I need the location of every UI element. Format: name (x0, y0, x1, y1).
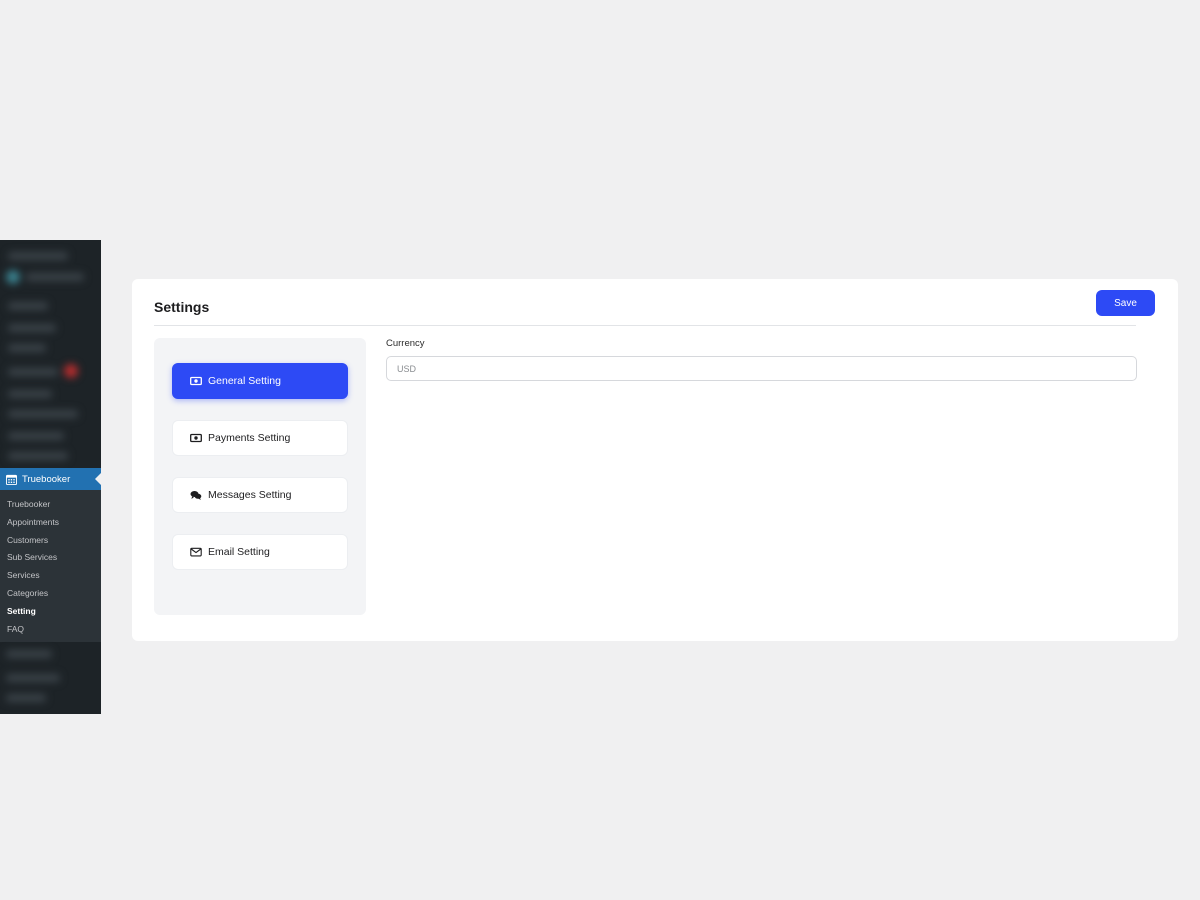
blurred-menu-bottom (0, 642, 101, 714)
submenu-item-appointments[interactable]: Appointments (0, 514, 101, 532)
settings-card: Settings Save General Setting Payments S… (132, 279, 1178, 641)
calendar-icon (6, 474, 17, 485)
currency-label: Currency (386, 338, 425, 349)
truebooker-menu-header[interactable]: Truebooker (0, 468, 101, 490)
blurred-menu-top (0, 240, 101, 468)
submenu-item-customers[interactable]: Customers (0, 532, 101, 550)
tab-payments-setting[interactable]: Payments Setting (172, 420, 348, 456)
tab-label: Messages Setting (208, 489, 292, 501)
truebooker-submenu: Truebooker Appointments Customers Sub Se… (0, 490, 101, 642)
submenu-item-setting[interactable]: Setting (0, 603, 101, 621)
submenu-item-categories[interactable]: Categories (0, 585, 101, 603)
truebooker-menu-title: Truebooker (22, 473, 71, 485)
settings-tabs-panel: General Setting Payments Setting Message… (154, 338, 366, 615)
money-icon (190, 376, 202, 386)
page-title: Settings (154, 299, 210, 315)
title-divider (154, 325, 1136, 326)
current-menu-arrow (95, 473, 101, 485)
currency-input[interactable] (386, 356, 1137, 381)
submenu-item-services[interactable]: Services (0, 567, 101, 585)
tab-messages-setting[interactable]: Messages Setting (172, 477, 348, 513)
save-button[interactable]: Save (1096, 290, 1155, 316)
tab-email-setting[interactable]: Email Setting (172, 534, 348, 570)
submenu-item-sub-services[interactable]: Sub Services (0, 549, 101, 567)
tab-label: General Setting (208, 375, 281, 387)
tab-label: Email Setting (208, 546, 270, 558)
money-icon (190, 433, 202, 443)
tab-label: Payments Setting (208, 432, 291, 444)
submenu-item-truebooker[interactable]: Truebooker (0, 496, 101, 514)
envelope-icon (190, 547, 202, 557)
admin-sidebar: Truebooker Truebooker Appointments Custo… (0, 240, 101, 714)
submenu-item-faq[interactable]: FAQ (0, 621, 101, 639)
chat-icon (190, 491, 202, 500)
tab-general-setting[interactable]: General Setting (172, 363, 348, 399)
